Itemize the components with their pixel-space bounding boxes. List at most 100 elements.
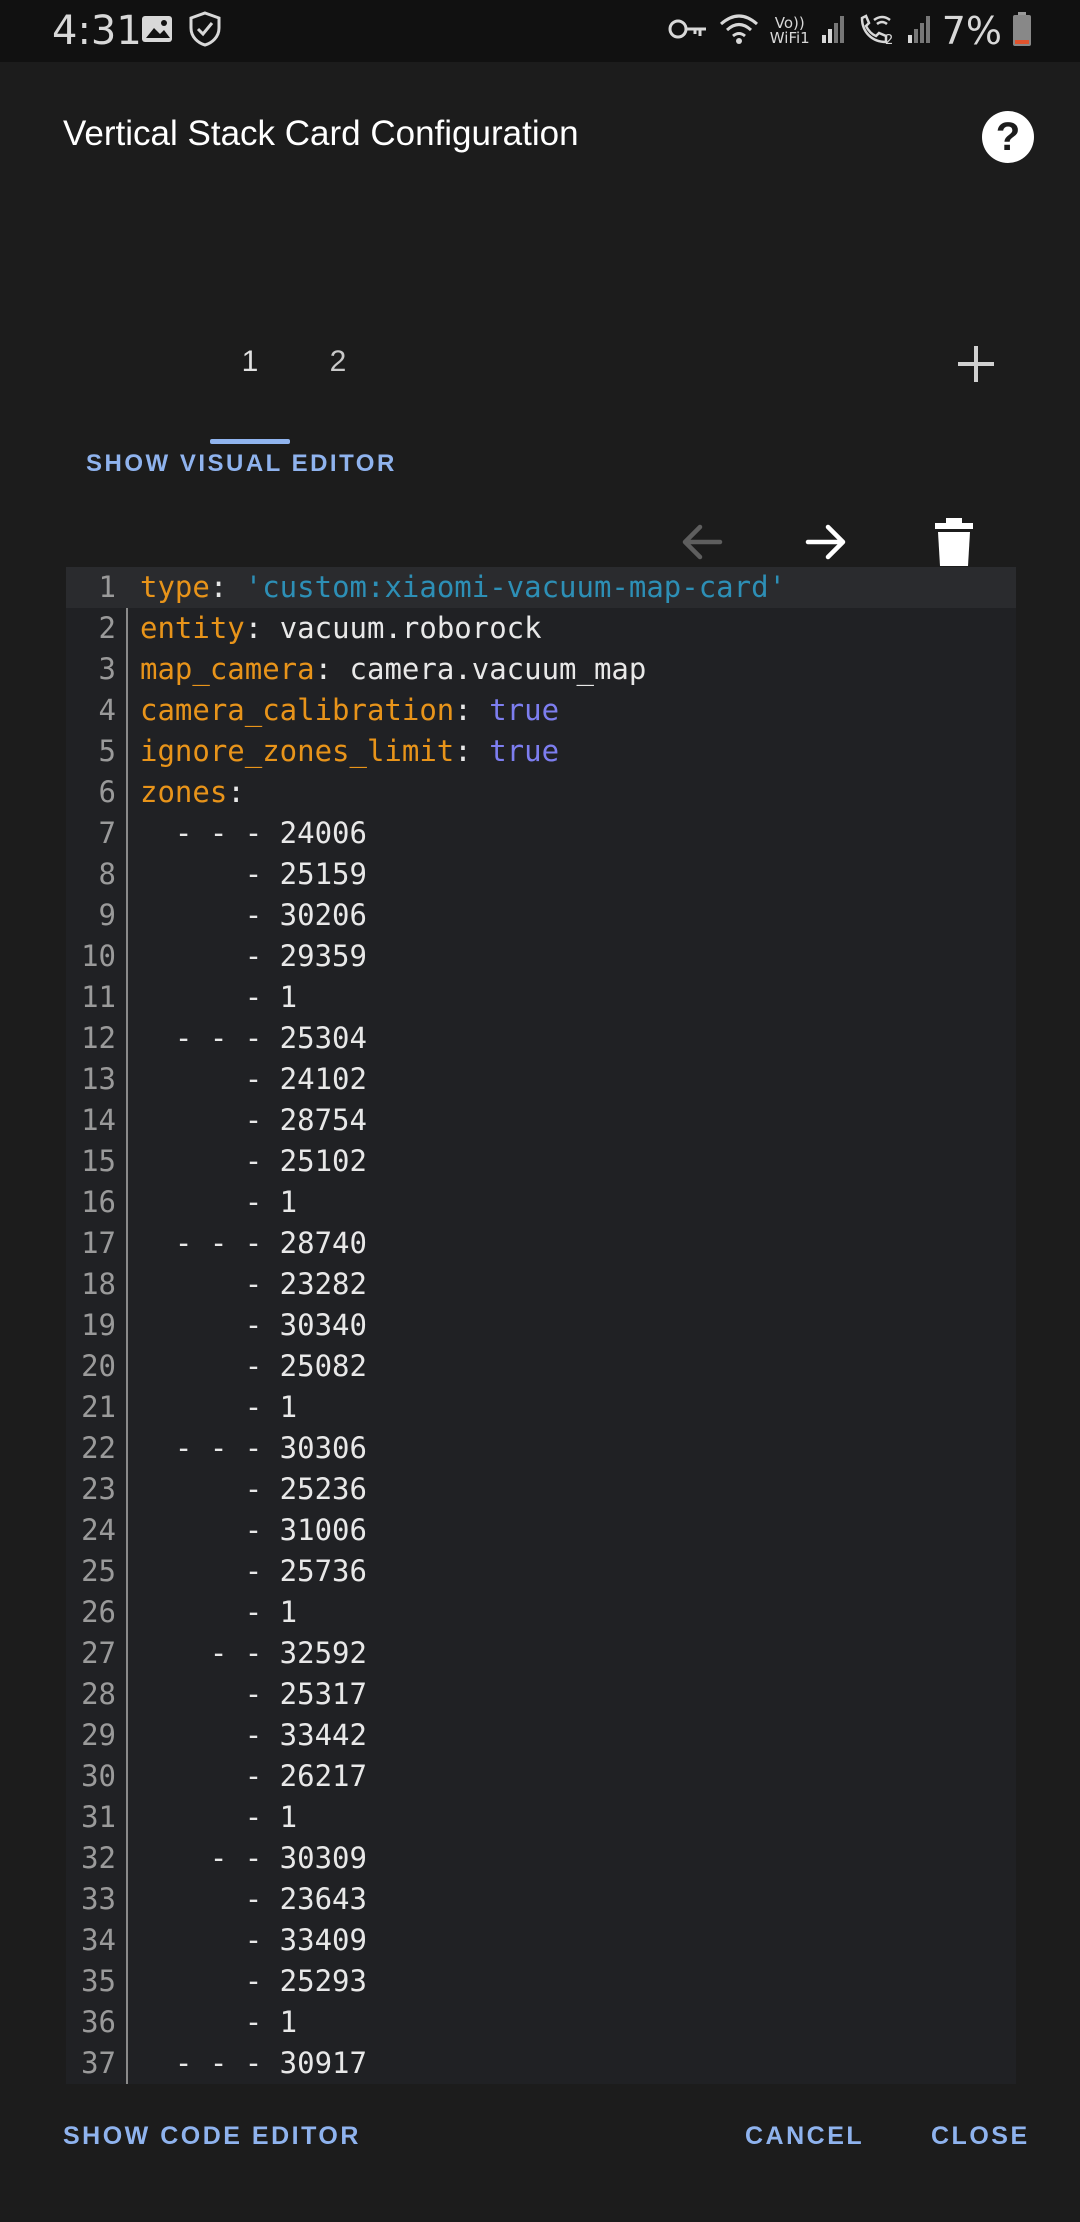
line-number: 33 (81, 1882, 116, 1916)
code-line[interactable]: 14 - 28754 (66, 1100, 1016, 1141)
code-line[interactable]: 24 - 31006 (66, 1510, 1016, 1551)
add-card-icon[interactable] (946, 334, 1006, 394)
code-line[interactable]: 4 camera_calibration: true (66, 690, 1016, 731)
code-line[interactable]: 37 - - - 30917 (66, 2043, 1016, 2084)
shield-check-icon (188, 10, 222, 52)
show-code-editor-button[interactable]: SHOW CODE EDITOR (63, 2122, 361, 2151)
code-line[interactable]: 9 - 30206 (66, 895, 1016, 936)
line-number: 21 (81, 1390, 116, 1424)
code-line[interactable]: 5 ignore_zones_limit: true (66, 731, 1016, 772)
code-content: - 25102 (140, 1144, 367, 1178)
code-line[interactable]: 32 - - 30309 (66, 1838, 1016, 1879)
yaml-key: zones (140, 775, 228, 809)
line-number: 17 (81, 1226, 116, 1260)
show-visual-editor-button[interactable]: SHOW VISUAL EDITOR (86, 450, 397, 478)
code-line[interactable]: 27 - - 32592 (66, 1633, 1016, 1674)
code-line[interactable]: 25 - 25736 (66, 1551, 1016, 1592)
line-number: 9 (98, 898, 116, 932)
code-line[interactable]: 21 - 1 (66, 1387, 1016, 1428)
code-line[interactable]: 17 - - - 28740 (66, 1223, 1016, 1264)
code-line[interactable]: 29 - 33442 (66, 1715, 1016, 1756)
volte-wifi-label: Vo)) WiFi1 (769, 14, 810, 47)
yaml-value: true (489, 734, 560, 768)
help-icon[interactable]: ? (982, 111, 1034, 163)
status-time: 4:31 (52, 8, 142, 54)
code-line[interactable]: 18 - 23282 (66, 1264, 1016, 1305)
code-content: - 24102 (140, 1062, 367, 1096)
dialog-footer: SHOW CODE EDITOR CANCEL CLOSE (0, 2122, 1080, 2222)
code-line[interactable]: 16 - 1 (66, 1182, 1016, 1223)
yaml-key: type (140, 570, 210, 604)
line-number: 1 (98, 570, 116, 604)
code-line[interactable]: 35 - 25293 (66, 1961, 1016, 2002)
tab-1[interactable]: 1 (210, 282, 290, 442)
line-number: 29 (81, 1718, 116, 1752)
line-number: 11 (81, 980, 116, 1014)
yaml-key: camera_calibration (140, 693, 455, 727)
code-line[interactable]: 1 type: 'custom:xiaomi-vacuum-map-card' (66, 567, 1016, 608)
line-number: 23 (81, 1472, 116, 1506)
code-line[interactable]: 12 - - - 25304 (66, 1018, 1016, 1059)
card-tabs: 1 2 (0, 282, 1080, 462)
code-line[interactable]: 23 - 25236 (66, 1469, 1016, 1510)
code-content: - 23282 (140, 1267, 367, 1301)
close-button[interactable]: CLOSE (931, 2122, 1030, 2151)
code-content: - 23643 (140, 1882, 367, 1916)
dialog-title: Vertical Stack Card Configuration (63, 114, 579, 153)
yaml-key: entity (140, 611, 245, 645)
code-content: - - - 30306 (140, 1431, 367, 1465)
line-number: 26 (81, 1595, 116, 1629)
line-number: 35 (81, 1964, 116, 1998)
code-line[interactable]: 7 - - - 24006 (66, 813, 1016, 854)
code-line[interactable]: 28 - 25317 (66, 1674, 1016, 1715)
yaml-value: camera.vacuum_map (349, 652, 647, 686)
code-line[interactable]: 34 - 33409 (66, 1920, 1016, 1961)
code-content: - 25236 (140, 1472, 367, 1506)
gallery-icon (140, 14, 174, 49)
code-line[interactable]: 20 - 25082 (66, 1346, 1016, 1387)
code-line[interactable]: 26 - 1 (66, 1592, 1016, 1633)
code-line[interactable]: 3 map_camera: camera.vacuum_map (66, 649, 1016, 690)
yaml-separator: : (244, 611, 280, 645)
code-line[interactable]: 8 - 25159 (66, 854, 1016, 895)
line-number: 22 (81, 1431, 116, 1465)
line-number: 18 (81, 1267, 116, 1301)
code-line[interactable]: 22 - - - 30306 (66, 1428, 1016, 1469)
code-line[interactable]: 31 - 1 (66, 1797, 1016, 1838)
yaml-code-editor[interactable]: 1 type: 'custom:xiaomi-vacuum-map-card' 2 e… (66, 567, 1016, 2084)
yaml-separator: : (314, 652, 350, 686)
code-line[interactable]: 13 - 24102 (66, 1059, 1016, 1100)
code-line[interactable]: 10 - 29359 (66, 936, 1016, 977)
line-number: 25 (81, 1554, 116, 1588)
code-content: map_camera: camera.vacuum_map (140, 649, 646, 690)
code-content: - - - 25304 (140, 1021, 367, 1055)
code-content: - - - 24006 (140, 816, 367, 850)
cancel-button[interactable]: CANCEL (745, 2122, 864, 2151)
code-line[interactable]: 15 - 25102 (66, 1141, 1016, 1182)
tab-2[interactable]: 2 (298, 282, 378, 442)
yaml-key: ignore_zones_limit (140, 734, 455, 768)
line-number: 27 (81, 1636, 116, 1670)
svg-text:2: 2 (885, 33, 893, 46)
code-content: - 30340 (140, 1308, 367, 1342)
code-content: - 33409 (140, 1923, 367, 1957)
yaml-value: true (489, 693, 560, 727)
line-number: 12 (81, 1021, 116, 1055)
code-line[interactable]: 36 - 1 (66, 2002, 1016, 2043)
code-line[interactable]: 33 - 23643 (66, 1879, 1016, 1920)
code-content: - - - 28740 (140, 1226, 367, 1260)
line-number: 5 (98, 734, 116, 768)
line-number: 13 (81, 1062, 116, 1096)
status-right-icons: Vo)) WiFi1 2 7% (668, 8, 1032, 54)
code-line[interactable]: 30 - 26217 (66, 1756, 1016, 1797)
code-content: type: 'custom:xiaomi-vacuum-map-card' (140, 567, 786, 608)
code-line[interactable]: 19 - 30340 (66, 1305, 1016, 1346)
code-line[interactable]: 2 entity: vacuum.roborock (66, 608, 1016, 649)
line-number: 30 (81, 1759, 116, 1793)
line-number: 10 (81, 939, 116, 973)
code-line[interactable]: 11 - 1 (66, 977, 1016, 1018)
code-line[interactable]: 6 zones: (66, 772, 1016, 813)
code-content: - 1 (140, 1185, 298, 1219)
line-number: 20 (81, 1349, 116, 1383)
line-number: 15 (81, 1144, 116, 1178)
